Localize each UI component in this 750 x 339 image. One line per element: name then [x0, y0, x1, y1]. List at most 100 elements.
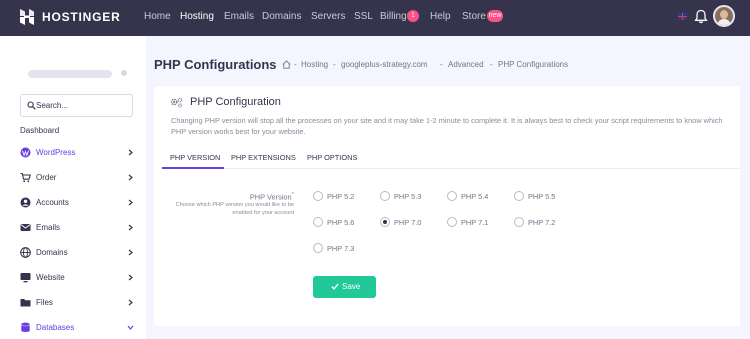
card-title: PHP Configuration — [190, 96, 281, 108]
sidebar-item-website[interactable]: Website — [20, 271, 134, 285]
sidebar-search-input[interactable]: Search... — [20, 94, 133, 117]
radio-label: PHP 5.3 — [394, 192, 422, 201]
chevron-right-icon — [128, 249, 133, 256]
php-version-label-text: PHP Version — [249, 192, 292, 202]
chevron-right-icon — [128, 299, 133, 306]
sidebar-item-label: Emails — [36, 223, 61, 232]
monitor-icon — [20, 273, 31, 283]
card-description: Changing PHP version will stop all the p… — [171, 116, 723, 136]
folder-icon — [20, 299, 31, 307]
breadcrumb-separator: - — [294, 60, 297, 69]
sidebar-item-label: Website — [36, 273, 65, 282]
radio-label: PHP 7.1 — [461, 218, 489, 227]
chevron-right-icon — [128, 274, 133, 281]
sidebar-item-wordpress[interactable]: WordPress — [20, 146, 134, 160]
brand-name[interactable]: HOSTINGER — [42, 10, 121, 24]
chevron-right-icon — [128, 199, 133, 206]
chevron-right-icon — [128, 149, 133, 156]
radio-button[interactable] — [514, 217, 524, 227]
nav-store[interactable]: Store — [462, 11, 486, 22]
sidebar-item-label: Databases — [36, 323, 75, 332]
nav-ssl[interactable]: SSL — [354, 11, 373, 22]
sidebar-item-domains[interactable]: Domains — [20, 246, 134, 260]
user-avatar[interactable] — [713, 5, 735, 27]
php-version-help: Choose which PHP version you would like … — [175, 202, 294, 216]
tab-php-version[interactable]: PHP VERSION — [170, 153, 220, 162]
breadcrumb-domain[interactable]: googleplus-strategy.com — [341, 60, 428, 69]
hostinger-logo-icon[interactable] — [19, 9, 35, 25]
radio-button[interactable] — [447, 217, 457, 227]
tab-php-options[interactable]: PHP OPTIONS — [307, 153, 357, 162]
required-mark: * — [291, 192, 294, 198]
home-icon[interactable] — [282, 60, 291, 69]
tabs-divider — [162, 168, 740, 169]
database-icon — [21, 322, 30, 332]
breadcrumb-separator: - — [333, 60, 336, 69]
save-button[interactable]: Save — [313, 276, 376, 298]
cart-icon — [20, 172, 31, 183]
nav-domains[interactable]: Domains — [262, 11, 301, 22]
notification-bell-icon[interactable] — [694, 9, 708, 24]
globe-icon — [20, 247, 31, 258]
breadcrumb-hosting[interactable]: Hosting — [301, 60, 328, 69]
wordpress-icon — [20, 147, 31, 158]
nav-servers[interactable]: Servers — [311, 11, 345, 22]
mail-icon — [20, 224, 31, 231]
nav-help[interactable]: Help — [430, 11, 451, 22]
save-button-label: Save — [342, 282, 361, 291]
radio-label: PHP 7.0 — [394, 218, 422, 227]
radio-button[interactable] — [313, 243, 323, 253]
breadcrumb-advanced[interactable]: Advanced — [448, 60, 484, 69]
nav-hosting[interactable]: Hosting — [180, 11, 214, 22]
store-new-badge: new — [487, 10, 503, 22]
sidebar-item-files[interactable]: Files — [20, 296, 134, 310]
sidebar-item-label: Order — [36, 173, 57, 182]
top-navigation-bar: HOSTINGER Home Hosting Emails Domains Se… — [0, 0, 750, 36]
active-tab-indicator — [162, 167, 224, 169]
breadcrumb-current: PHP Configurations — [498, 60, 569, 69]
radio-button[interactable] — [313, 217, 323, 227]
language-flag-icon[interactable] — [678, 13, 687, 20]
sidebar-item-label: Files — [36, 298, 53, 307]
breadcrumb-separator: - — [490, 60, 493, 69]
radio-button[interactable] — [380, 191, 390, 201]
page-title: PHP Configurations — [154, 57, 277, 72]
billing-count-badge: 1 — [407, 10, 419, 22]
chevron-right-icon — [128, 174, 133, 181]
sidebar-item-accounts[interactable]: Accounts — [20, 196, 134, 210]
sidebar-item-label: Domains — [36, 248, 68, 257]
account-switcher[interactable] — [28, 70, 112, 78]
gears-icon — [170, 97, 183, 108]
search-placeholder: Search... — [36, 101, 69, 110]
radio-label: PHP 7.3 — [327, 244, 355, 253]
sidebar-item-label: Accounts — [36, 198, 69, 207]
chevron-right-icon — [128, 224, 133, 231]
tab-php-extensions[interactable]: PHP EXTENSIONS — [231, 153, 296, 162]
sidebar: Search... Dashboard WordPress Order Acco… — [0, 36, 146, 339]
radio-button-selected[interactable] — [380, 217, 390, 227]
sidebar-item-order[interactable]: Order — [20, 171, 134, 185]
radio-label: PHP 5.6 — [327, 218, 355, 227]
php-version-label: PHP Version* — [250, 192, 294, 201]
nav-emails[interactable]: Emails — [224, 11, 254, 22]
radio-label: PHP 5.5 — [528, 192, 556, 201]
radio-label: PHP 5.2 — [327, 192, 355, 201]
radio-label: PHP 7.2 — [528, 218, 556, 227]
radio-button[interactable] — [447, 191, 457, 201]
sidebar-item-label: WordPress — [36, 148, 76, 157]
accounts-icon — [20, 197, 31, 208]
radio-label: PHP 5.4 — [461, 192, 489, 201]
sidebar-section-dashboard[interactable]: Dashboard — [20, 126, 59, 135]
nav-home[interactable]: Home — [144, 11, 171, 22]
radio-button[interactable] — [514, 191, 524, 201]
check-icon — [331, 283, 339, 290]
nav-billing[interactable]: Billing — [380, 11, 407, 22]
sidebar-item-databases[interactable]: Databases — [20, 321, 134, 335]
account-caret-icon[interactable] — [121, 70, 127, 76]
radio-button[interactable] — [313, 191, 323, 201]
php-configuration-card: PHP Configuration Changing PHP version w… — [154, 86, 740, 326]
sidebar-item-emails[interactable]: Emails — [20, 221, 134, 235]
search-icon — [27, 101, 36, 110]
breadcrumb-separator: - — [440, 60, 443, 69]
chevron-down-icon — [127, 325, 134, 330]
